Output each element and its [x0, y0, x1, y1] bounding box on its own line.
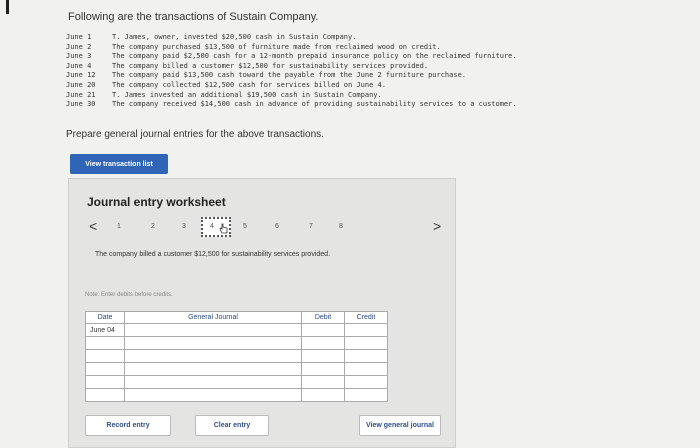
date-cell: [85, 349, 125, 363]
debit-cell[interactable]: [301, 375, 345, 389]
page-8[interactable]: 8: [335, 223, 347, 230]
transaction-row: June 20 The company collected $12,500 cas…: [66, 80, 386, 89]
credit-cell[interactable]: [344, 349, 388, 363]
credit-cell[interactable]: [344, 323, 388, 337]
general-journal-column-header: General Journal: [124, 311, 302, 324]
transaction-list: June 1 T. James, owner, invested $20,500 …: [66, 33, 517, 110]
date-cell: [85, 388, 125, 402]
credit-cell[interactable]: [344, 375, 388, 389]
table-row: [85, 362, 388, 376]
debit-cell[interactable]: [301, 362, 345, 376]
debit-cell[interactable]: [301, 349, 345, 363]
date-cell: June 04: [85, 323, 125, 337]
transaction-row: June 3 The company paid $2,500 cash for a…: [66, 52, 517, 61]
table-row: [85, 388, 388, 402]
worksheet-title: Journal entry worksheet: [87, 195, 226, 209]
transaction-row: June 21 T. James invested an additional $…: [66, 90, 382, 99]
credit-cell[interactable]: [344, 388, 388, 402]
hand-cursor-icon: [219, 223, 228, 234]
view-general-journal-button[interactable]: View general journal: [359, 415, 441, 436]
record-entry-button[interactable]: Record entry: [85, 415, 171, 436]
table-row: [85, 336, 388, 350]
date-column-header: Date: [85, 311, 125, 324]
left-edge-marker: [6, 0, 9, 14]
account-cell[interactable]: [124, 388, 302, 402]
debit-cell[interactable]: [301, 323, 345, 337]
account-cell[interactable]: [124, 362, 302, 376]
table-header-row: Date General Journal Debit Credit: [85, 311, 388, 324]
page-6[interactable]: 6: [271, 223, 283, 230]
date-cell: [85, 375, 125, 389]
credit-cell[interactable]: [344, 362, 388, 376]
debit-cell[interactable]: [301, 388, 345, 402]
transaction-row: June 1 T. James, owner, invested $20,500 …: [66, 33, 357, 41]
transaction-row: June 12 The company paid $13,500 cash tow…: [66, 71, 467, 80]
journal-table: Date General Journal Debit Credit June 0…: [85, 311, 388, 402]
next-page-button[interactable]: >: [433, 218, 441, 234]
date-cell: [85, 336, 125, 350]
table-row: June 04: [85, 323, 388, 337]
transaction-description: The company billed a customer $12,500 fo…: [95, 251, 331, 258]
worksheet-pager: < 1 2 3 4 5 6 7 8 >: [85, 217, 445, 237]
page-5[interactable]: 5: [239, 223, 251, 230]
page-2[interactable]: 2: [147, 223, 159, 230]
page-1[interactable]: 1: [113, 223, 125, 230]
transaction-row: June 2 The company purchased $13,500 of f…: [66, 42, 441, 51]
transaction-row: June 30 The company received $14,500 cash…: [66, 100, 517, 109]
prev-page-button[interactable]: <: [89, 218, 97, 234]
account-cell[interactable]: [124, 336, 302, 350]
table-row: [85, 349, 388, 363]
debit-column-header: Debit: [301, 311, 345, 324]
account-cell[interactable]: [124, 349, 302, 363]
credit-cell[interactable]: [344, 336, 388, 350]
credit-column-header: Credit: [344, 311, 388, 324]
clear-entry-button[interactable]: Clear entry: [195, 415, 269, 436]
account-cell[interactable]: [124, 323, 302, 337]
date-cell: [85, 362, 125, 376]
journal-entry-worksheet: Journal entry worksheet < 1 2 3 4 5 6 7 …: [68, 178, 456, 448]
page-7[interactable]: 7: [305, 223, 317, 230]
transaction-row: June 4 The company billed a customer $12,…: [66, 61, 429, 70]
debit-cell[interactable]: [301, 336, 345, 350]
view-transaction-list-button[interactable]: View transaction list: [70, 154, 168, 174]
account-cell[interactable]: [124, 375, 302, 389]
table-row: [85, 375, 388, 389]
page-4-current[interactable]: 4: [201, 217, 231, 237]
page-3[interactable]: 3: [178, 223, 190, 230]
instructions: Prepare general journal entries for the …: [66, 129, 324, 140]
entry-note: Note: Enter debits before credits.: [85, 292, 173, 298]
intro-text: Following are the transactions of Sustai…: [68, 11, 319, 23]
